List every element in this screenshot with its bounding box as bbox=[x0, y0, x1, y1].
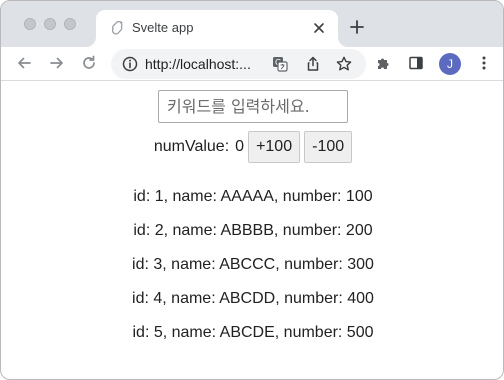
list-item: id: 5, name: ABCDE, number: 500 bbox=[132, 324, 374, 341]
page-content: numValue: 0 +100 -100 id: 1, name: AAAAA… bbox=[1, 81, 503, 379]
svelte-icon bbox=[111, 20, 124, 35]
close-window-button[interactable] bbox=[24, 18, 36, 30]
translate-icon[interactable]: G bbox=[271, 55, 289, 73]
arrow-left-icon[interactable] bbox=[15, 54, 33, 72]
close-icon[interactable] bbox=[310, 19, 328, 37]
list-item: id: 1, name: AAAAA, number: 100 bbox=[133, 188, 373, 205]
tab-title: Svelte app bbox=[132, 20, 194, 35]
star-icon[interactable] bbox=[335, 55, 353, 73]
address-text: http://localhost:... bbox=[145, 56, 251, 72]
puzzle-icon[interactable] bbox=[375, 54, 393, 72]
browser-window: Svelte app http://localhost:... J 키워드를 입… bbox=[0, 0, 504, 380]
add-100-button[interactable]: +100 bbox=[248, 131, 301, 163]
zoom-window-button[interactable] bbox=[64, 18, 76, 30]
arrow-right-icon[interactable] bbox=[48, 54, 66, 72]
info-icon[interactable] bbox=[121, 55, 139, 73]
list-item: id: 3, name: ABCCC, number: 300 bbox=[132, 256, 374, 273]
share-icon[interactable] bbox=[304, 55, 322, 73]
tab-svelte-app[interactable]: Svelte app bbox=[96, 10, 338, 47]
plus-icon[interactable] bbox=[348, 18, 366, 36]
subtract-100-button[interactable]: -100 bbox=[304, 131, 353, 163]
minimize-window-button[interactable] bbox=[44, 18, 56, 30]
num-value-label: numValue: bbox=[153, 138, 230, 155]
keyword-search-input[interactable] bbox=[158, 90, 348, 123]
address-bar[interactable]: http://localhost:... G bbox=[111, 49, 366, 79]
list-item: id: 2, name: ABBBB, number: 200 bbox=[133, 222, 373, 239]
avatar[interactable]: J bbox=[439, 53, 461, 75]
counter-row: numValue: 0 +100 -100 bbox=[1, 131, 503, 163]
side-panel-icon[interactable] bbox=[407, 54, 425, 72]
reload-icon[interactable] bbox=[80, 54, 98, 72]
tab-strip: Svelte app bbox=[1, 1, 503, 47]
item-list: id: 1, name: AAAAA, number: 100 id: 2, n… bbox=[1, 186, 503, 356]
num-value: 0 bbox=[235, 138, 245, 155]
more-vert-icon[interactable] bbox=[475, 54, 493, 72]
browser-toolbar: http://localhost:... G J bbox=[1, 47, 503, 81]
list-item: id: 4, name: ABCDD, number: 400 bbox=[132, 290, 374, 307]
